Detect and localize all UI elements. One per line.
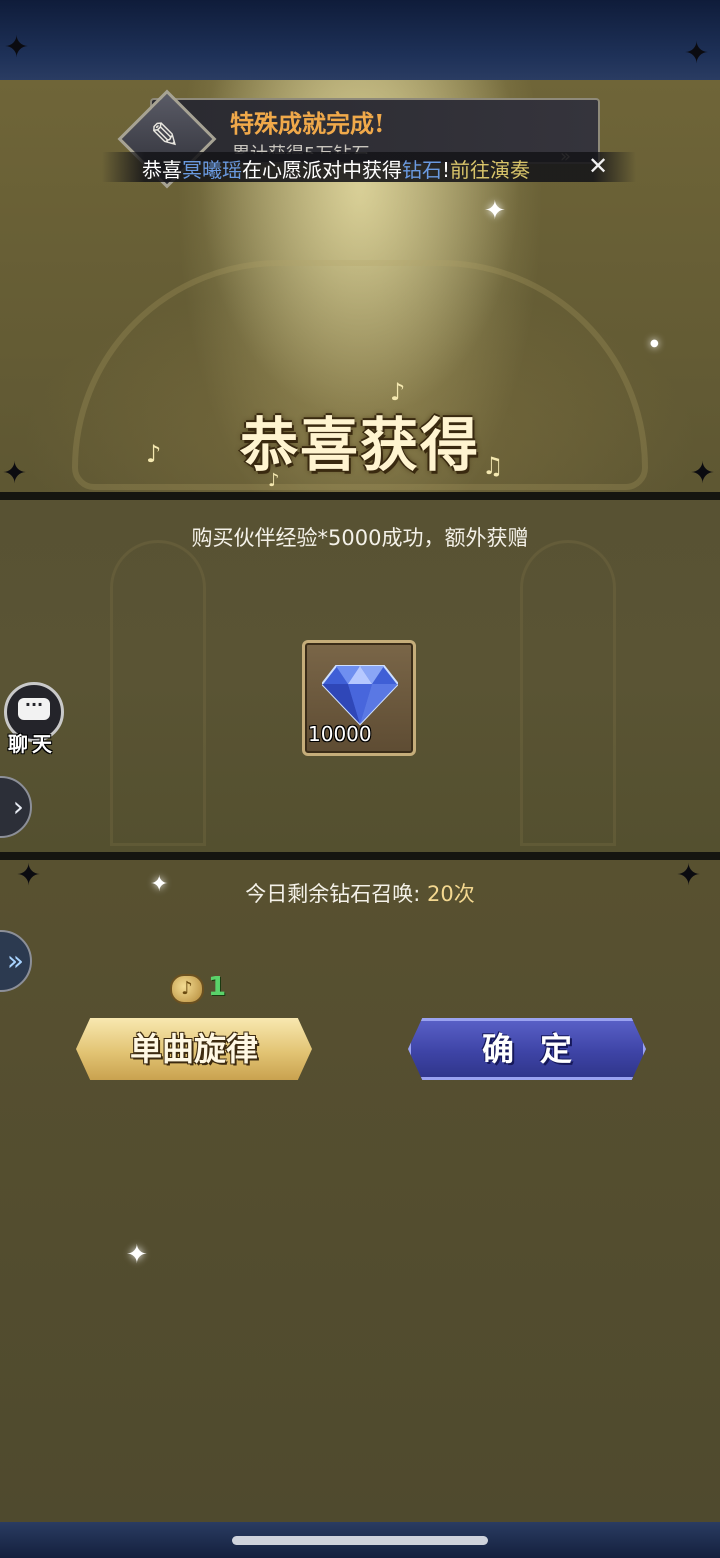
chat-label: 聊天 bbox=[8, 732, 56, 756]
sparkle-icon: ● bbox=[650, 338, 659, 349]
corner-ornament-icon: ✦ bbox=[690, 456, 716, 491]
cost-amount: 1 bbox=[208, 972, 227, 1002]
single-melody-label: 单曲旋律 bbox=[129, 1030, 258, 1068]
broadcast-prefix: 恭喜 bbox=[142, 158, 182, 182]
broadcast-middle: 在心愿派对中获得 bbox=[242, 158, 402, 182]
pillar-decoration-right bbox=[520, 540, 616, 846]
broadcast-bang: ! bbox=[442, 158, 451, 182]
music-note-coin-icon: ♪ bbox=[170, 974, 204, 1004]
broadcast-item: 钻石 bbox=[402, 158, 442, 182]
close-icon[interactable]: ✕ bbox=[584, 152, 612, 180]
top-sky-bar bbox=[0, 0, 720, 80]
summon-remaining: 今日剩余钻石召唤: 20次 bbox=[0, 878, 720, 908]
pillar-decoration-left bbox=[110, 540, 206, 846]
diamond-icon bbox=[322, 665, 398, 726]
corner-ornament-icon: ✦ bbox=[2, 456, 28, 491]
broadcast-go-link[interactable]: 前往演奏 bbox=[450, 158, 530, 182]
broadcast-player-name[interactable]: 冥曦瑶 bbox=[182, 158, 242, 182]
purchase-message: 购买伙伴经验*5000成功，额外获赠 bbox=[191, 526, 529, 550]
divider-bottom bbox=[0, 852, 720, 860]
reward-title: 恭喜获得 bbox=[239, 411, 480, 479]
chevron-right-icon: › bbox=[12, 790, 24, 823]
confirm-label: 确定 bbox=[481, 1030, 598, 1068]
broadcast-text: 恭喜冥曦瑶在心愿派对中获得钻石!前往演奏 bbox=[142, 154, 530, 183]
sparkle-icon: ✦ bbox=[126, 1240, 148, 1270]
summon-label: 今日剩余钻石召唤: bbox=[245, 882, 421, 906]
double-chevron-right-icon: » bbox=[6, 944, 24, 977]
sparkle-icon: ✦ bbox=[484, 196, 506, 226]
home-indicator[interactable] bbox=[232, 1536, 488, 1545]
achievement-title: 特殊成就完成! bbox=[230, 109, 385, 138]
divider-top bbox=[0, 492, 720, 500]
item-quantity: 10000 bbox=[308, 722, 372, 746]
corner-ornament-icon: ✦ bbox=[684, 36, 710, 71]
corner-ornament-icon: ✦ bbox=[4, 30, 30, 65]
summon-count: 20次 bbox=[427, 882, 475, 906]
chat-bubble-icon: ··· bbox=[18, 697, 50, 720]
